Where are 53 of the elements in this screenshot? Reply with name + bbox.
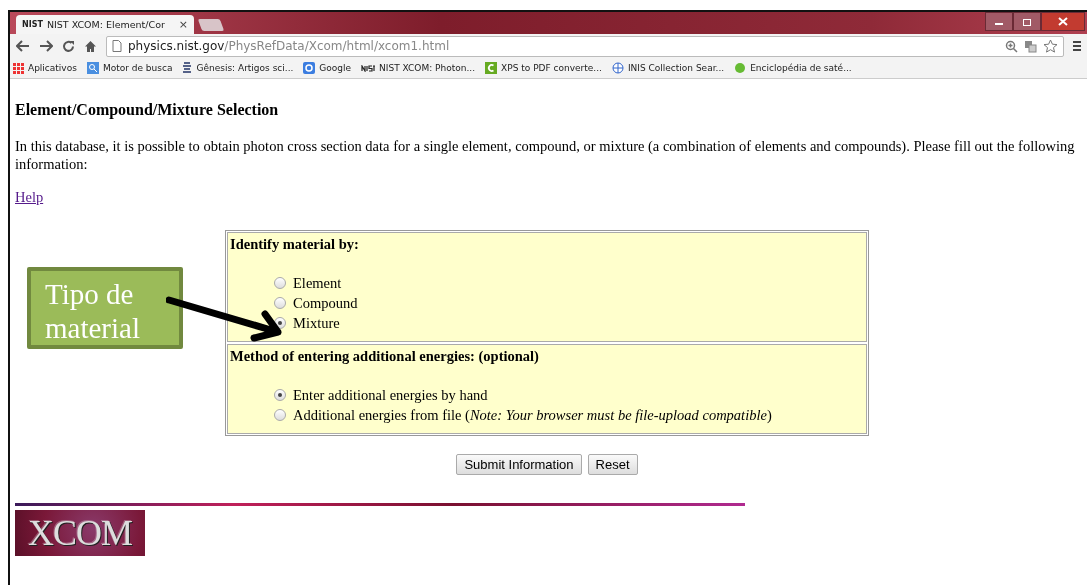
translate-icon[interactable] [1024,39,1037,53]
bookmark-item[interactable]: XPS to PDF converte... [485,62,602,74]
intro-paragraph: In this database, it is possible to obtain photon cross section data for a single element, compound, or mixture (a combination of elements and compounds). Please fill out the following information: [15,137,1076,173]
radio-label: Mixture [293,314,340,332]
close-icon[interactable]: × [178,18,188,31]
radio-button[interactable] [274,409,286,421]
leaf-icon [734,62,747,74]
bookmark-item[interactable]: Motor de busca [86,62,173,74]
page-icon [112,40,122,52]
url-text: physics.nist.gov/PhysRefData/Xcom/html/xcom1.html [128,39,450,53]
bookmark-item[interactable]: Google [303,62,352,74]
radio-button[interactable] [274,297,286,309]
form-button[interactable]: Reset [587,454,638,475]
c-icon [485,62,498,74]
browser-tab[interactable]: NIST NIST XCOM: Element/Cor × [16,15,194,34]
search-icon [86,62,99,74]
logo-banner: XCOM [15,510,145,556]
menu-icon[interactable] [1073,40,1081,52]
close-button[interactable] [1041,12,1085,31]
page-heading: Element/Compound/Mixture Selection [15,101,280,119]
address-bar[interactable]: physics.nist.gov/PhysRefData/Xcom/html/xcom1.html [106,35,1064,57]
grid-icon [13,62,24,74]
radio-label: Enter additional energies by hand [293,386,488,404]
minimize-button[interactable] [985,12,1013,31]
radio-label: Compound [293,294,358,312]
close-icon [1058,17,1068,26]
tab-favicon: NIST [22,20,43,29]
bookmark-item[interactable]: INIS Collection Sear... [611,62,725,74]
bookmark-item[interactable]: NIST XCOM: Photon... [361,63,476,73]
new-tab-button[interactable] [197,19,225,31]
reload-icon[interactable] [62,39,75,53]
bookmark-item[interactable]: Aplicativos [13,62,77,74]
section-title: Identify material by: [230,236,360,253]
forward-icon[interactable] [39,40,53,52]
callout-box: Tipo de material [27,267,183,349]
tab-title: NIST XCOM: Element/Cor [46,19,166,30]
help-link[interactable]: Help [15,189,44,205]
radio-label: Element [293,274,342,292]
home-icon[interactable] [84,39,97,53]
zoom-icon[interactable] [1005,39,1018,53]
bookmark-item[interactable]: Gênesis: Artigos sci... [182,62,294,74]
maximize-icon [1022,17,1032,26]
radio-label: Additional energies from file (Note: Your browser must be file-upload compatible) [293,406,772,424]
back-icon[interactable] [16,40,30,52]
globe-icon [611,62,624,74]
wordmark-icon [361,64,376,72]
radio-button[interactable] [274,277,286,289]
radio-button[interactable] [274,389,286,401]
star-icon[interactable] [1043,39,1058,53]
maximize-button[interactable] [1013,12,1041,31]
bookmark-item[interactable]: Enciclopédia de saté... [734,62,852,74]
form-button[interactable]: Submit Information [456,454,582,475]
section-title: Method of entering additional energies: (optional) [230,348,540,365]
